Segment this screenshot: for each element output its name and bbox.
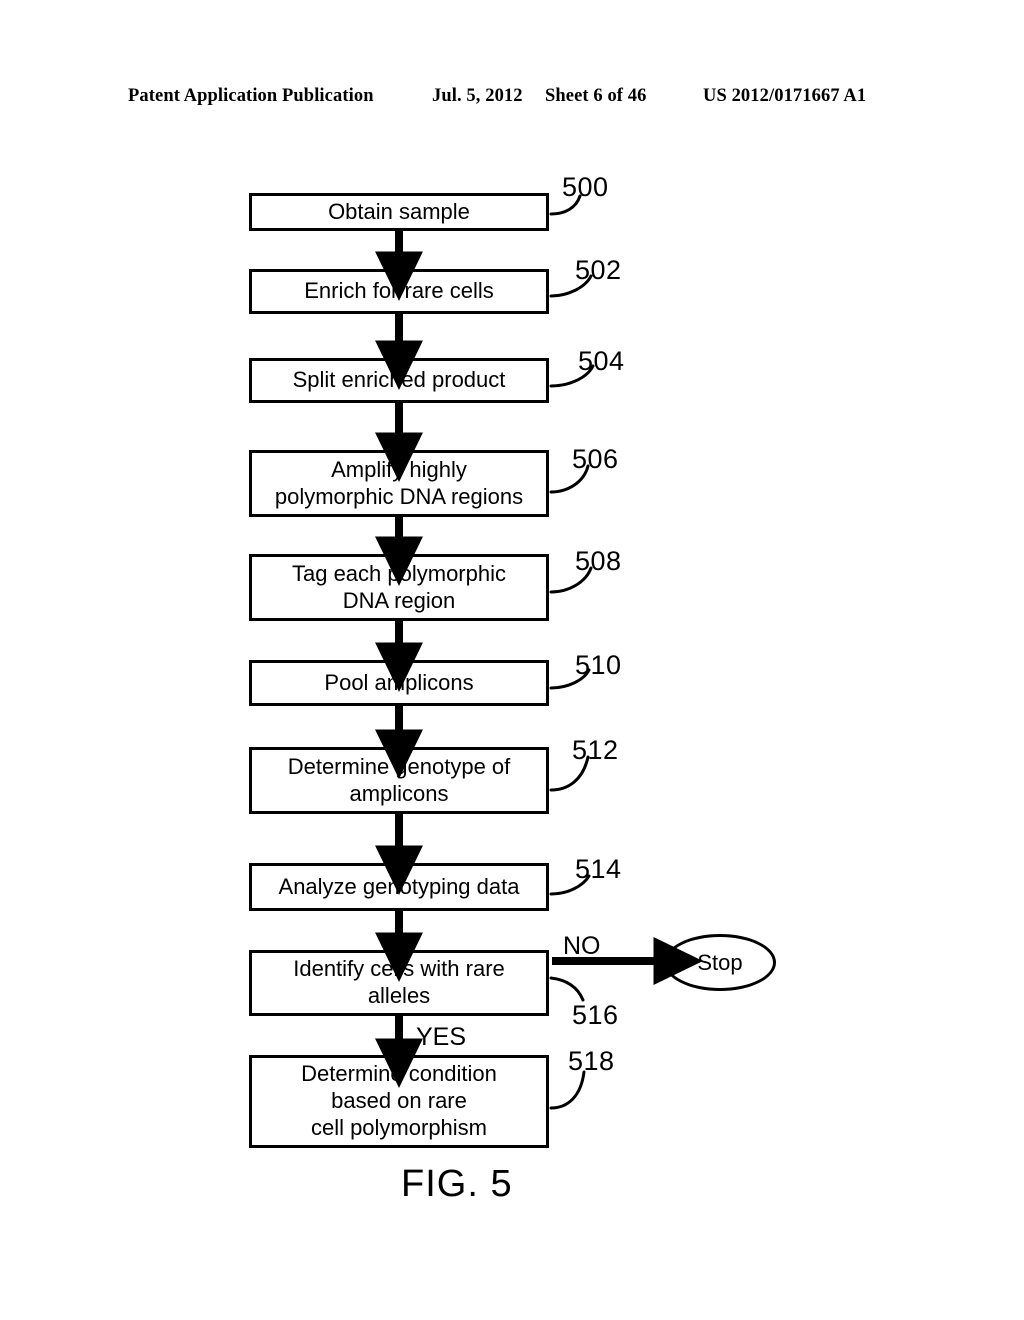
ref-numeral-508: 508 <box>575 546 622 576</box>
flow-terminal-stop-label: Stop <box>697 949 743 975</box>
flow-node-510-line-0: Pool amplicons <box>324 669 474 695</box>
ref-numeral-518: 518 <box>568 1046 615 1076</box>
ref-numeral-512: 512 <box>572 735 619 765</box>
flow-node-512-line-1: amplicons <box>349 780 449 806</box>
flow-terminal-stop: Stop <box>664 934 776 991</box>
leader-518 <box>549 1070 586 1110</box>
flow-node-518-line-1: based on rare <box>331 1088 467 1114</box>
branch-label-yes: YES <box>416 1023 467 1051</box>
flow-node-506-line-1: polymorphic DNA regions <box>274 483 524 509</box>
flow-node-508: Tag each polymorphic DNA region <box>249 554 549 621</box>
ref-numeral-506: 506 <box>572 444 619 474</box>
flow-node-512-line-0: Determine genotype of <box>287 753 511 779</box>
flow-node-508-line-1: DNA region <box>342 587 456 613</box>
flow-node-514: Analyze genotyping data <box>249 863 549 911</box>
leader-516 <box>549 976 585 1002</box>
flow-node-516-line-1: alleles <box>367 983 431 1008</box>
flow-node-504-line-0: Split enriched product <box>292 367 506 393</box>
figure-caption: FIG. 5 <box>401 1163 513 1205</box>
flow-node-502: Enrich for rare cells <box>249 269 549 314</box>
ref-numeral-510: 510 <box>575 650 622 680</box>
flow-node-506: Amplify highly polymorphic DNA regions <box>249 450 549 517</box>
flow-node-508-line-0: Tag each polymorphic <box>291 560 506 586</box>
flow-node-518: Determine condition based on rare cell p… <box>249 1055 549 1148</box>
ref-numeral-502: 502 <box>575 255 622 285</box>
flow-node-514-line-0: Analyze genotyping data <box>278 873 520 899</box>
flowchart-figure: Obtain sample 500 Enrich for rare cells … <box>0 0 1024 1320</box>
flow-node-502-line-0: Enrich for rare cells <box>304 278 494 304</box>
flow-node-516-line-0: Identify cells with rare <box>293 956 505 982</box>
ref-numeral-500: 500 <box>562 172 609 202</box>
flow-node-500: Obtain sample <box>249 193 549 231</box>
flow-node-506-line-0: Amplify highly <box>331 456 467 482</box>
flow-node-510: Pool amplicons <box>249 660 549 706</box>
ref-numeral-516: 516 <box>572 1000 619 1030</box>
flow-node-518-line-2: cell polymorphism <box>310 1114 488 1140</box>
flow-node-512: Determine genotype of amplicons <box>249 747 549 814</box>
flow-node-518-line-0: Determine condition <box>301 1061 497 1087</box>
ref-numeral-504: 504 <box>578 346 625 376</box>
ref-numeral-514: 514 <box>575 854 622 884</box>
flow-node-504: Split enriched product <box>249 358 549 403</box>
flow-node-500-line-0: Obtain sample <box>328 198 470 224</box>
branch-label-no: NO <box>563 932 601 960</box>
flow-node-516: Identify cells with rare alleles <box>249 950 549 1016</box>
